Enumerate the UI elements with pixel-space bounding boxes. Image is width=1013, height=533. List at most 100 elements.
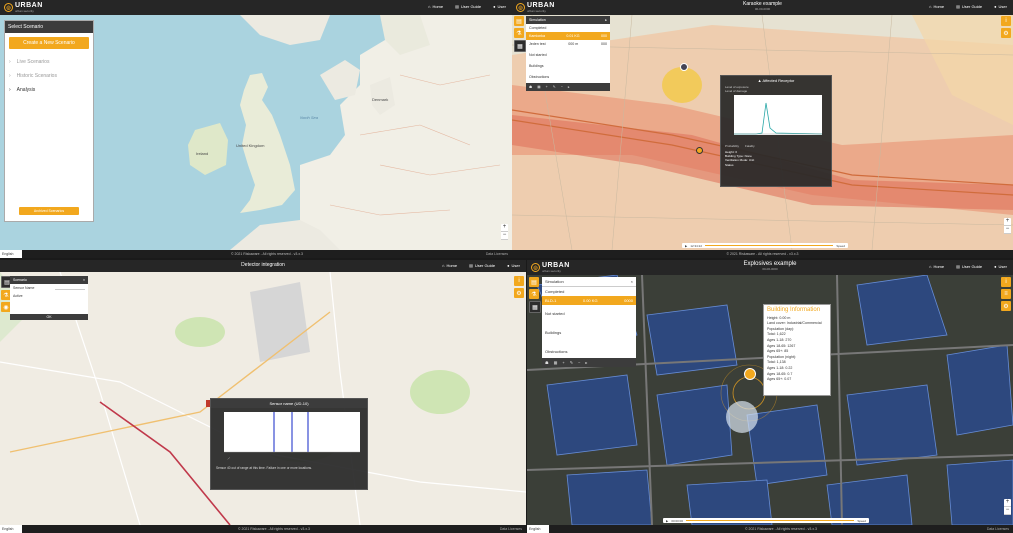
people-icon[interactable]: ☗ — [545, 360, 549, 365]
historic-scenarios-item[interactable]: › Historic Scenarios — [5, 69, 93, 83]
close-icon[interactable]: × — [631, 279, 633, 284]
top-bar: Detector integration ⌂ Home ▤ User Guide… — [0, 260, 526, 272]
pane-scenario-selector: ◎ URBAN urban security ⌂ Home ▤ User Guid… — [0, 0, 512, 258]
play-icon[interactable]: ▸ — [585, 360, 587, 365]
nav-user-guide-label: User Guide — [474, 263, 496, 268]
language-select[interactable]: English — [0, 525, 22, 533]
simulation-row[interactable]: Kamionka 0.01 KG 000 — [526, 32, 610, 40]
zoom-in-button[interactable]: + — [501, 224, 508, 232]
layers-icon[interactable]: ▤ — [514, 16, 524, 26]
building-icon[interactable]: ▦ — [514, 40, 526, 52]
settings-icon[interactable]: ⚙ — [514, 288, 524, 298]
playback-bar[interactable]: ▶ 00:00:00 Speed — [663, 518, 869, 523]
simulation-row[interactable]: Jeden test 000 m 000 — [526, 40, 610, 48]
playback-bar[interactable]: ▶ 12:34:22 Speed — [682, 243, 848, 248]
nav-home[interactable]: ⌂ Home — [929, 4, 944, 9]
info-icon[interactable]: i — [1001, 277, 1011, 287]
nav-user[interactable]: ● User — [493, 4, 506, 9]
nav-user[interactable]: ● User — [994, 4, 1007, 9]
data-licenses-link[interactable]: Data Licenses — [500, 525, 522, 533]
top-bar: ◎ URBAN urban security ⌂ Home ▤ User Guid… — [0, 0, 512, 15]
close-icon[interactable]: × — [83, 278, 85, 282]
simulation-header-text: Simulation — [545, 279, 564, 284]
sensor-name-label: Sensor Name — [13, 286, 35, 290]
zoom-in-button[interactable]: + — [1004, 218, 1011, 226]
row-value: 000 m — [568, 42, 579, 46]
zoom-out-button[interactable]: − — [501, 232, 508, 240]
layers-icon[interactable]: ▤ — [529, 277, 539, 287]
info-icon[interactable]: i — [514, 276, 524, 286]
chevron-right-icon: › — [9, 73, 11, 79]
brand-name: URBAN — [15, 2, 43, 9]
map-label-uk: United Kingdom — [236, 143, 265, 148]
building-land-cover: Land cover: Industrial/Commercial — [767, 321, 822, 326]
nav-user-guide[interactable]: ▤ User Guide — [469, 263, 495, 268]
nav-user-guide[interactable]: ▤ User Guide — [956, 264, 982, 269]
ok-button[interactable]: OK — [10, 314, 88, 320]
pane-plume-simulation: ◎ URBAN urban security Karaoke example 00-… — [512, 0, 1013, 258]
language-select[interactable]: English — [0, 250, 22, 258]
plus-icon[interactable]: + — [546, 85, 548, 89]
footer-text: © 2021 Riskaware - All rights reserved -… — [230, 252, 304, 256]
live-scenarios-item[interactable]: › Live Scenarios — [5, 55, 93, 69]
play-icon[interactable]: ▸ — [568, 85, 570, 89]
building-icon[interactable]: ▦ — [554, 360, 558, 365]
explosion-marker-icon[interactable] — [744, 368, 756, 380]
simulation-header: Simulation × — [542, 277, 636, 287]
settings-icon[interactable]: ⚙ — [1001, 301, 1011, 311]
zoom-in-button[interactable]: + — [1004, 499, 1011, 507]
receptor-marker-icon[interactable] — [696, 147, 703, 154]
nav-home[interactable]: ⌂ Home — [428, 4, 443, 9]
building-icon[interactable]: ▦ — [537, 85, 540, 89]
list-icon[interactable]: ≡ — [1001, 289, 1011, 299]
nav-user-guide[interactable]: ▤ User Guide — [956, 4, 982, 9]
simulation-row[interactable]: BLD-1 0.00 KG 0000 — [542, 296, 636, 305]
analysis-item[interactable]: › Analysis — [5, 83, 93, 97]
sensor-name-input[interactable] — [55, 286, 85, 290]
create-scenario-button[interactable]: Create a New Scenario — [9, 37, 89, 49]
detector-panel: Scenario × Sensor Name Active OK — [10, 276, 88, 320]
building-icon[interactable]: ▦ — [529, 301, 541, 313]
collapse-icon[interactable]: ▸ — [605, 18, 607, 22]
active-row[interactable]: Active — [10, 292, 88, 300]
nav-user-guide-label: User Guide — [961, 264, 983, 269]
info-icon[interactable]: i — [1001, 16, 1011, 26]
timeline-slider[interactable] — [705, 245, 834, 246]
data-licenses-link[interactable]: Data Licenses — [486, 250, 508, 258]
zoom-out-button[interactable]: − — [1004, 507, 1011, 515]
release-point-icon[interactable] — [680, 63, 688, 71]
timeline-slider[interactable] — [686, 520, 855, 521]
sensor-name-row[interactable]: Sensor Name — [10, 284, 88, 292]
brand-logo[interactable]: ◎ URBAN urban security — [4, 2, 43, 13]
minus-icon[interactable]: − — [561, 85, 563, 89]
analysis-label: Analysis — [16, 87, 36, 93]
nav-user[interactable]: ● User — [507, 263, 520, 268]
archived-scenarios-button[interactable]: Archived Scenarios — [19, 207, 79, 215]
nav-home[interactable]: ⌂ Home — [442, 263, 457, 268]
people-icon[interactable]: ☗ — [529, 85, 532, 89]
minus-icon[interactable]: − — [578, 360, 580, 365]
detector-panel-title: Scenario — [13, 278, 27, 282]
flask-icon[interactable]: ⚗ — [529, 289, 539, 299]
plus-icon[interactable]: + — [562, 360, 564, 365]
simulation-status: Completed — [545, 289, 565, 294]
settings-icon[interactable]: ⚙ — [1001, 28, 1011, 38]
brand-subtitle: urban security — [15, 9, 34, 13]
top-bar: ◎ URBAN urban security Karaoke example 00-… — [512, 0, 1013, 15]
play-icon[interactable]: ▶ — [685, 244, 687, 248]
urban-logo-icon: ◎ — [4, 3, 13, 12]
live-scenarios-label: Live Scenarios — [16, 59, 50, 65]
data-licenses-link[interactable]: Data Licenses — [987, 525, 1009, 533]
nav-user-guide[interactable]: ▤ User Guide — [455, 4, 481, 9]
zoom-controls: + − — [1004, 499, 1011, 515]
footer-text: © 2021 Riskaware - All rights reserved -… — [237, 527, 311, 531]
flask-icon[interactable]: ⚗ — [514, 28, 524, 38]
edit-icon[interactable]: ✎ — [570, 360, 573, 365]
language-select[interactable]: English — [527, 525, 549, 533]
nav-home[interactable]: ⌂ Home — [929, 264, 944, 269]
nav-user[interactable]: ● User — [994, 264, 1007, 269]
chevron-right-icon: › — [9, 87, 11, 93]
edit-icon[interactable]: ✎ — [553, 85, 556, 89]
play-icon[interactable]: ▶ — [666, 519, 668, 523]
zoom-out-button[interactable]: − — [1004, 226, 1011, 234]
